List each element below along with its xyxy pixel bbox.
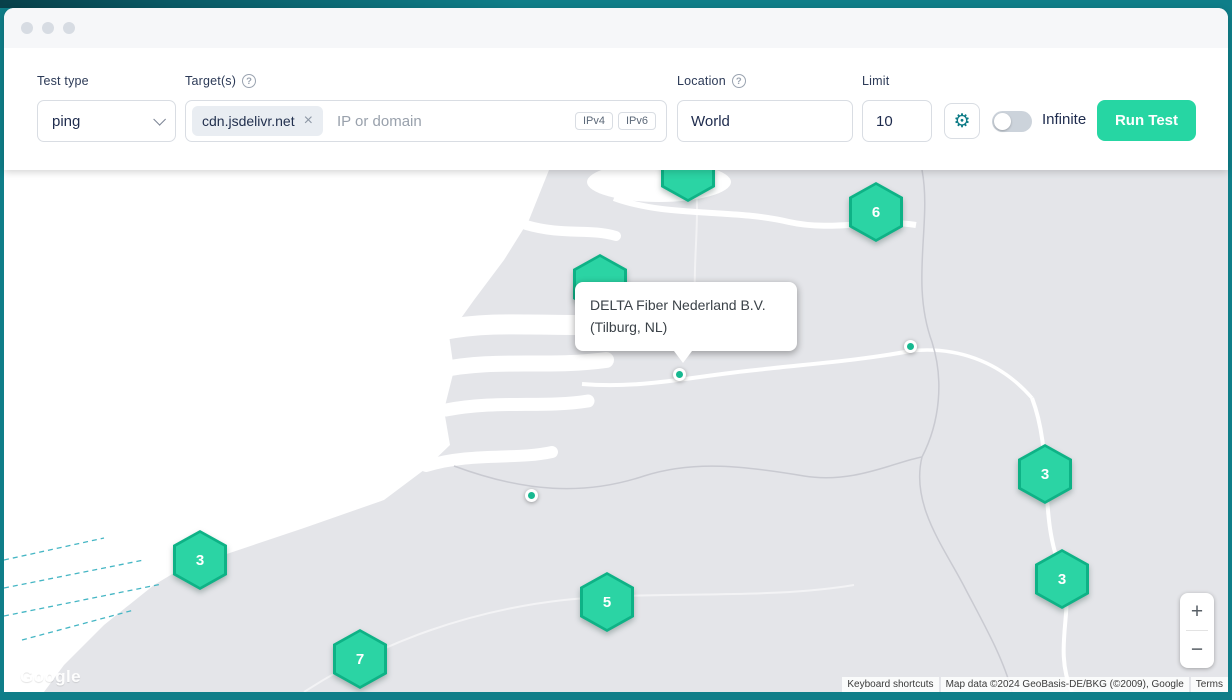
zoom-out-button[interactable]: − bbox=[1180, 631, 1214, 668]
map-data-text: Map data ©2024 GeoBasis-DE/BKG (©2009), … bbox=[941, 677, 1189, 692]
cluster-marker[interactable]: 3 bbox=[1018, 444, 1072, 504]
test-type-label: Test type bbox=[37, 74, 89, 88]
infowindow-provider: DELTA Fiber Nederland B.V. bbox=[590, 295, 782, 317]
map-canvas[interactable]: 6 3 3 3 5 7 DELTA Fiber Nederland B.V. (… bbox=[4, 170, 1228, 692]
help-icon[interactable]: ? bbox=[242, 74, 256, 88]
targets-label: Target(s) ? bbox=[185, 74, 256, 88]
cluster-count: 3 bbox=[196, 552, 204, 569]
target-chip[interactable]: cdn.jsdelivr.net × bbox=[192, 106, 323, 136]
cluster-count: 7 bbox=[356, 651, 364, 668]
map-attribution: Keyboard shortcuts Map data ©2024 GeoBas… bbox=[840, 677, 1228, 692]
gear-icon: ⚙ bbox=[953, 112, 970, 131]
probe-dot[interactable] bbox=[673, 368, 686, 381]
cluster-marker[interactable]: 7 bbox=[333, 629, 387, 689]
run-test-button[interactable]: Run Test bbox=[1097, 100, 1196, 141]
test-form: Test type ping Target(s) ? cdn.jsdelivr.… bbox=[4, 48, 1228, 170]
targets-input[interactable]: cdn.jsdelivr.net × IP or domain IPv4 IPv… bbox=[185, 100, 667, 142]
cluster-marker[interactable]: 3 bbox=[1035, 549, 1089, 609]
chip-close-icon[interactable]: × bbox=[304, 113, 313, 129]
map-infowindow: DELTA Fiber Nederland B.V. (Tilburg, NL) bbox=[575, 282, 797, 351]
infinite-toggle[interactable] bbox=[992, 111, 1032, 132]
help-icon[interactable]: ? bbox=[732, 74, 746, 88]
cluster-count: 3 bbox=[1041, 466, 1049, 483]
cluster-count: 5 bbox=[603, 594, 611, 611]
cluster-count: 6 bbox=[872, 204, 880, 221]
toggle-knob bbox=[994, 113, 1011, 130]
zoom-in-button[interactable]: + bbox=[1180, 593, 1214, 630]
cluster-marker[interactable] bbox=[661, 170, 715, 202]
window-control-dot[interactable] bbox=[63, 22, 75, 34]
cluster-marker[interactable]: 5 bbox=[580, 572, 634, 632]
limit-input[interactable] bbox=[863, 101, 931, 141]
cluster-marker[interactable]: 3 bbox=[173, 530, 227, 590]
location-input[interactable] bbox=[678, 101, 852, 141]
test-type-value: ping bbox=[52, 113, 80, 130]
ipv4-badge[interactable]: IPv4 bbox=[575, 112, 613, 130]
app-background: Test type ping Target(s) ? cdn.jsdelivr.… bbox=[0, 0, 1232, 700]
targets-placeholder: IP or domain bbox=[337, 113, 575, 130]
window-titlebar bbox=[4, 8, 1228, 48]
google-logo[interactable]: Google bbox=[20, 667, 81, 687]
keyboard-shortcuts-link[interactable]: Keyboard shortcuts bbox=[842, 677, 938, 692]
targets-label-text: Target(s) bbox=[185, 74, 236, 88]
probe-dot[interactable] bbox=[525, 489, 538, 502]
location-field[interactable] bbox=[677, 100, 853, 142]
window-control-dot[interactable] bbox=[21, 22, 33, 34]
limit-field[interactable] bbox=[862, 100, 932, 142]
chevron-down-icon bbox=[153, 113, 166, 126]
settings-button[interactable]: ⚙ bbox=[944, 103, 980, 139]
app-window: Test type ping Target(s) ? cdn.jsdelivr.… bbox=[4, 8, 1228, 170]
ipv6-badge[interactable]: IPv6 bbox=[618, 112, 656, 130]
target-chip-text: cdn.jsdelivr.net bbox=[202, 113, 295, 129]
location-label-text: Location bbox=[677, 74, 726, 88]
cluster-marker[interactable]: 6 bbox=[849, 182, 903, 242]
zoom-control: + − bbox=[1180, 593, 1214, 668]
infowindow-location: (Tilburg, NL) bbox=[590, 317, 782, 339]
limit-label: Limit bbox=[862, 74, 889, 88]
window-control-dot[interactable] bbox=[42, 22, 54, 34]
cluster-count: 3 bbox=[1058, 571, 1066, 588]
test-type-label-text: Test type bbox=[37, 74, 89, 88]
terms-link[interactable]: Terms bbox=[1191, 677, 1228, 692]
limit-label-text: Limit bbox=[862, 74, 889, 88]
infinite-label: Infinite bbox=[1042, 111, 1086, 128]
probe-dot[interactable] bbox=[904, 340, 917, 353]
ip-version-badges: IPv4 IPv6 bbox=[575, 112, 656, 130]
location-label: Location ? bbox=[677, 74, 746, 88]
test-type-select[interactable]: ping bbox=[37, 100, 176, 142]
